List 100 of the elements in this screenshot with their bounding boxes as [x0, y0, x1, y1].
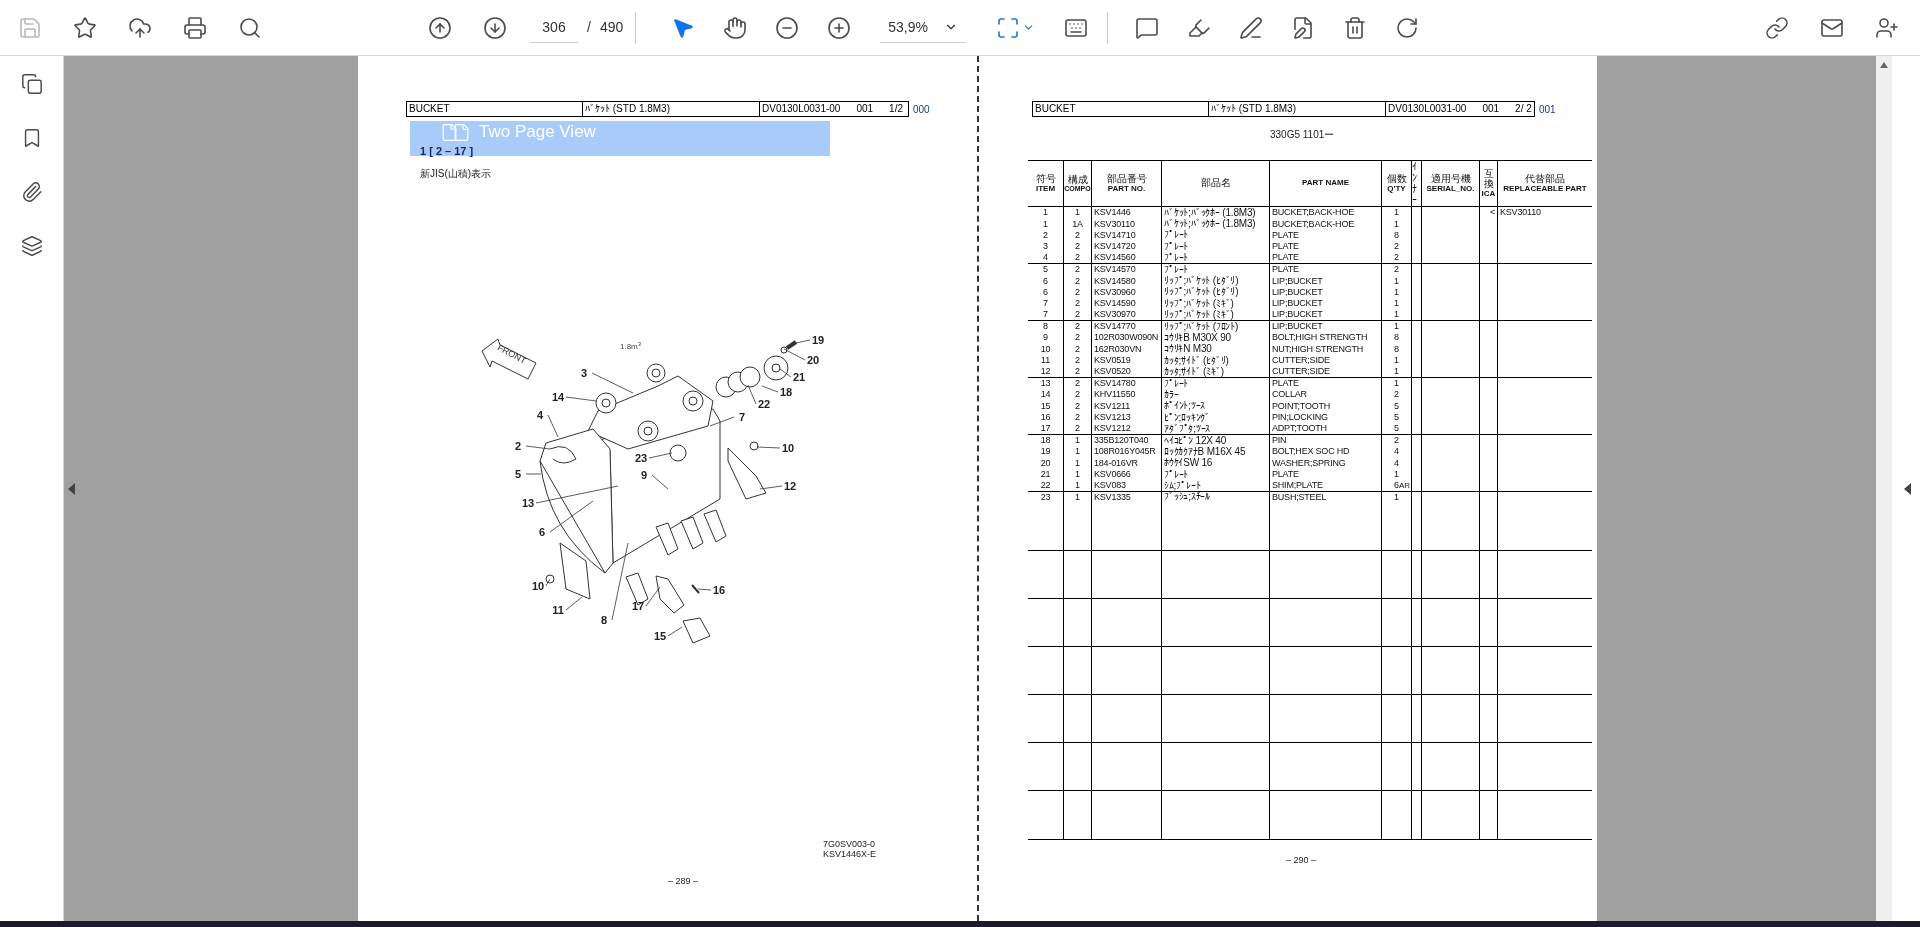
table-cell: < [1489, 208, 1495, 218]
table-cell: 1 [1394, 492, 1399, 502]
table-cell: ﾌﾟﾚｰﾄ [1164, 230, 1189, 241]
table-cell: 1 [1075, 481, 1080, 491]
column-header: REPLACEABLE PART [1503, 184, 1587, 193]
table-cell: 1 [1075, 208, 1080, 218]
table-cell: AR [1398, 481, 1410, 490]
callout-number: 4 [536, 409, 544, 421]
table-cell: LIP;BUCKET [1272, 287, 1323, 297]
table-cell: 2 [1075, 333, 1080, 343]
table-cell: ｱﾀﾞﾌﾟﾀ;ﾂｰｽ [1164, 423, 1211, 434]
table-cell: KSV30960 [1094, 287, 1136, 297]
table-cell: ﾋﾟﾝ;ﾛｯｷﾝｸﾞ [1164, 412, 1211, 423]
header-suffix: 000 [913, 102, 930, 117]
table-cell: ﾍｲｺﾋﾟﾝ 12X 40 [1164, 435, 1227, 446]
star-icon [73, 15, 97, 40]
table-cell: BOLT;HEX SOC HD [1272, 447, 1350, 457]
table-cell: 2 [1075, 424, 1080, 434]
table-cell: 12 [1040, 367, 1051, 377]
callout-number: 14 [551, 391, 565, 403]
table-cell: 7 [1043, 310, 1048, 320]
minus-circle-icon [775, 15, 800, 40]
table-cell: 2 [1075, 230, 1080, 240]
table-cell: 2 [1394, 265, 1399, 275]
table-cell: KSV0666 [1094, 470, 1131, 480]
callout-number: 16 [712, 584, 726, 596]
hand-icon [723, 15, 748, 40]
table-cell: ﾛｯｸｶｸｱﾅB M16X 45 [1164, 446, 1246, 457]
tooltip-text: Two Page View [479, 122, 596, 142]
table-cell: LIP;BUCKET [1272, 322, 1323, 332]
table-cell: ﾘｯﾌﾟ;ﾊﾞｹｯﾄ (ﾋﾀﾞﾘ) [1164, 287, 1239, 298]
table-cell: 21 [1040, 470, 1051, 480]
catalog-code: DV0130L0031-00 [762, 104, 841, 114]
table-cell: LIP;BUCKET [1272, 310, 1323, 320]
table-cell: 2 [1394, 436, 1399, 445]
table-cell: KSV30110 [1094, 219, 1135, 229]
table-cell: 1 [1075, 470, 1080, 480]
table-cell: 8 [1394, 333, 1399, 343]
part-title: BUCKET [1033, 102, 1209, 116]
table-cell: KSV30110 [1500, 208, 1541, 218]
column-header: 符号 [1035, 174, 1056, 185]
table-cell: 3 [1043, 242, 1048, 252]
table-cell: PLATE [1272, 253, 1299, 263]
table-cell: BUCKET;BACK-HOE [1272, 208, 1355, 218]
table-cell: ﾊﾞｹｯﾄ;ﾊﾞｯｸﾎｰ (1.8M3) [1164, 219, 1256, 230]
table-cell: 1 [1075, 458, 1080, 468]
two-page-icon [440, 123, 471, 142]
table-cell: ﾘｯﾌﾟ;ﾊﾞｹｯﾄ (ﾐｷﾞ) [1164, 298, 1234, 309]
table-cell: 184-016VR [1094, 458, 1138, 468]
callout-number: 20 [806, 354, 820, 366]
table-cell: 2 [1075, 310, 1080, 320]
table-cell: 2 [1043, 230, 1048, 240]
table-cell: 2 [1075, 276, 1080, 286]
revision-number: 001 [1482, 104, 1500, 114]
column-header: 代替部品 [1525, 174, 1565, 185]
table-cell: 1 [1394, 287, 1399, 297]
table-cell: 1 [1075, 492, 1080, 502]
table-cell: COLLAR [1272, 390, 1307, 400]
table-cell: KSV14780 [1094, 379, 1136, 389]
table-cell: ｶｯﾀ;ｻｲﾄﾞ (ﾋﾀﾞﾘ) [1164, 355, 1229, 366]
column-header: Q'TY [1387, 184, 1406, 193]
table-cell: 1 [1394, 322, 1399, 332]
paperclip-icon [20, 181, 43, 203]
table-cell: 1A [1072, 219, 1083, 229]
scroll-up-icon[interactable] [1880, 62, 1888, 68]
table-cell: 15 [1040, 401, 1051, 411]
link-icon [1765, 15, 1789, 40]
table-cell: 20 [1040, 458, 1051, 468]
sheet-number: 1/2 [889, 104, 903, 114]
cloud-upload-icon [128, 15, 152, 40]
arrow-up-circle-icon [428, 15, 452, 40]
callout-number: 8 [600, 614, 608, 626]
column-header: ITEM [1035, 184, 1056, 193]
expand-right-panel-button[interactable] [1904, 482, 1912, 495]
table-cell: 1 [1075, 447, 1080, 457]
collapse-left-panel-button[interactable] [68, 482, 76, 495]
table-cell: PIN [1272, 436, 1287, 445]
column-header: 適用号機 [1430, 174, 1471, 185]
column-header: 互換 [1482, 168, 1495, 190]
table-cell: KSV14560 [1094, 253, 1136, 263]
table-cell: KHV11550 [1094, 390, 1136, 400]
column-header: PART NAME [1302, 179, 1349, 188]
sheet-number: 2/ 2 [1515, 104, 1532, 114]
layers-icon [20, 235, 43, 257]
zoom-dropdown[interactable]: 53,9% [880, 12, 967, 43]
revision-number: 001 [856, 104, 874, 114]
table-cell: 5 [1394, 401, 1399, 411]
callout-number: 12 [783, 480, 797, 492]
table-cell: ADPT;TOOTH [1272, 424, 1327, 434]
table-cell: PLATE [1272, 379, 1299, 389]
table-cell: 2 [1075, 390, 1080, 400]
table-cell: 2 [1075, 401, 1080, 411]
table-cell: KSV14770 [1094, 322, 1136, 332]
table-cell: 2 [1075, 379, 1080, 389]
table-cell: 2 [1394, 390, 1399, 400]
table-cell: ﾊﾞｹｯﾄ;ﾊﾞｯｸﾎｰ (1.8M3) [1164, 207, 1256, 218]
fit-page-icon [996, 15, 1021, 40]
part-title-japanese: ﾊﾞｹｯﾄ (STD 1.8M3) [1209, 102, 1386, 116]
table-cell: 7 [1043, 299, 1048, 309]
table-cell: 14 [1040, 390, 1051, 400]
